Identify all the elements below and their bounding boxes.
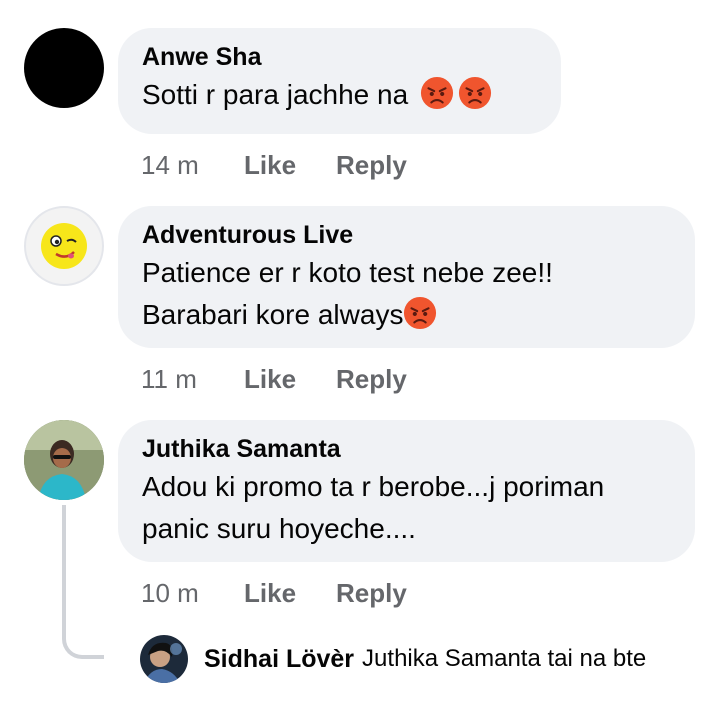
avatar-anwe-sha[interactable] [24,28,104,108]
comment-author[interactable]: Anwe Sha [142,42,537,72]
reply-author[interactable]: Sidhai Lövèr [204,645,354,674]
comment-bubble: Adventurous Live Patience er r koto test… [118,206,695,348]
reply-thread-line [62,505,104,659]
avatar-sidhai-lover[interactable] [140,635,188,683]
like-button[interactable]: Like [244,150,296,181]
profile-photo-icon [24,420,104,500]
comment-time: 14 m [141,150,199,180]
comment-time: 10 m [141,578,199,608]
comment-text: Sotti r para jachhe na [142,74,537,116]
reply-button[interactable]: Reply [336,364,407,395]
avatar-juthika-samanta[interactable] [24,420,104,500]
reply-button[interactable]: Reply [336,578,407,609]
winking-face-icon [41,223,87,269]
comment-author[interactable]: Adventurous Live [142,220,671,250]
comment-text: Adou ki promo ta r berobe...j poriman pan… [142,471,605,544]
comment-text: Patience er r koto test nebe zee!! Baraba… [142,257,553,330]
comment-author[interactable]: Juthika Samanta [142,434,671,464]
comment-bubble: Juthika Samanta Adou ki promo ta r berob… [118,420,695,562]
angry-face-icon [458,76,492,110]
reply-text: Juthika Samanta tai na bte [362,645,647,672]
angry-face-icon [420,76,454,110]
reply-button[interactable]: Reply [336,150,407,181]
like-button[interactable]: Like [244,578,296,609]
comment-bubble: Anwe Sha Sotti r para jachhe na [118,28,561,134]
angry-face-icon [404,296,437,330]
profile-photo-icon [140,635,188,683]
reply-preview[interactable]: Sidhai Lövèr Juthika Samanta tai na bte [140,634,646,684]
avatar-adventurous-live[interactable] [24,206,104,286]
like-button[interactable]: Like [244,364,296,395]
comment-time: 11 m [141,364,197,394]
